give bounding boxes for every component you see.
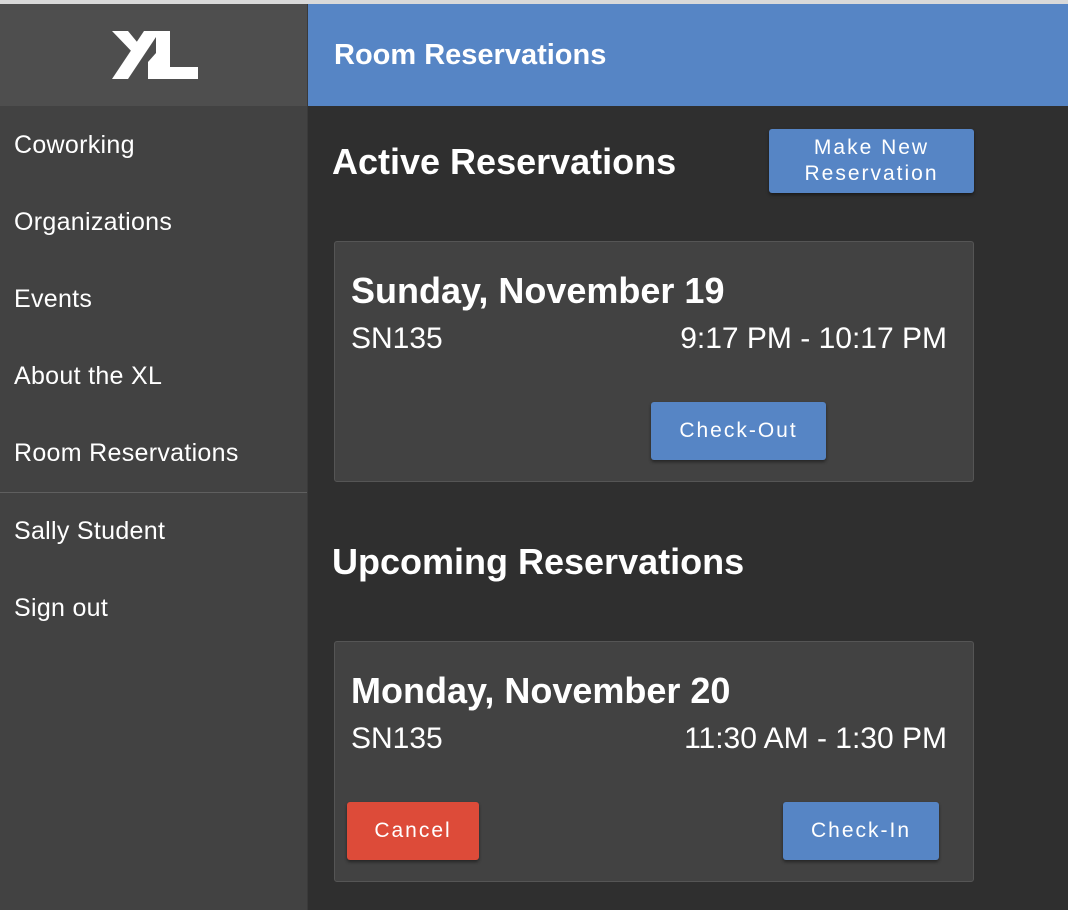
reservation-date: Monday, November 20 [351, 670, 731, 711]
app-root: Coworking Organizations Events About the… [0, 0, 1068, 910]
main-nav: Coworking Organizations Events About the… [0, 106, 307, 492]
make-new-reservation-button[interactable]: Make New Reservation [769, 129, 974, 193]
sidebar-item-room-reservations[interactable]: Room Reservations [0, 415, 307, 492]
page-header: Room Reservations [308, 4, 1068, 106]
check-out-button[interactable]: Check-Out [651, 402, 826, 460]
user-nav: Sally Student Sign out [0, 493, 307, 647]
xl-logo [111, 31, 198, 79]
logo-area[interactable] [0, 4, 307, 106]
sidebar-item-user-profile[interactable]: Sally Student [0, 493, 307, 570]
page-title: Room Reservations [334, 38, 607, 71]
reservation-room: SN135 [351, 722, 443, 755]
active-reservation-card: Sunday, November 19 SN135 9:17 PM - 10:1… [334, 241, 974, 482]
active-reservations-heading: Active Reservations [332, 141, 677, 182]
reservation-date: Sunday, November 19 [351, 270, 725, 311]
main-content: Active Reservations Make New Reservation… [308, 106, 1068, 910]
sidebar: Coworking Organizations Events About the… [0, 4, 308, 910]
sidebar-item-coworking[interactable]: Coworking [0, 106, 307, 184]
sidebar-item-sign-out[interactable]: Sign out [0, 570, 307, 647]
sidebar-item-events[interactable]: Events [0, 261, 307, 338]
reservation-time: 11:30 AM - 1:30 PM [684, 722, 947, 755]
check-in-button[interactable]: Check-In [783, 802, 939, 860]
upcoming-reservations-heading: Upcoming Reservations [332, 541, 745, 582]
reservation-room: SN135 [351, 322, 443, 355]
cancel-button[interactable]: Cancel [347, 802, 479, 860]
upcoming-reservation-card: Monday, November 20 SN135 11:30 AM - 1:3… [334, 641, 974, 882]
sidebar-item-about[interactable]: About the XL [0, 338, 307, 415]
reservation-time: 9:17 PM - 10:17 PM [680, 322, 947, 355]
sidebar-item-organizations[interactable]: Organizations [0, 184, 307, 261]
